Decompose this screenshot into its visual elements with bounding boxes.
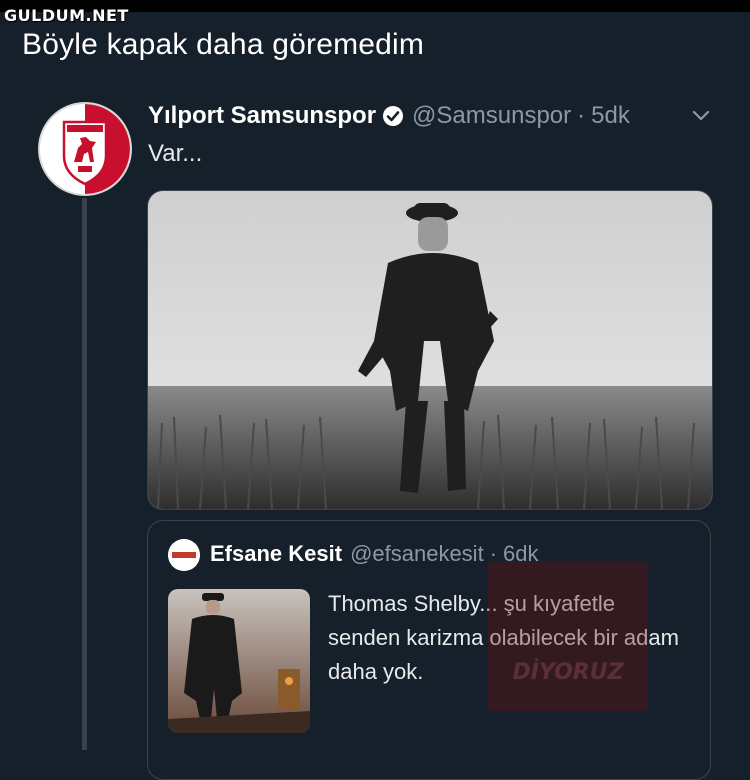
thread-line	[82, 198, 87, 750]
chevron-down-icon[interactable]	[690, 108, 712, 129]
efsane-kesit-logo-icon	[168, 539, 200, 571]
post-caption: Böyle kapak daha göremedim	[22, 28, 425, 61]
efsane-kesit-avatar[interactable]	[168, 539, 200, 571]
samsunspor-logo-icon	[40, 104, 130, 194]
quoted-tweet-header: Efsane Kesit @efsanekesit · 6dk	[210, 541, 539, 567]
tweet-photo[interactable]	[147, 190, 713, 510]
tweet-header: Yılport Samsunspor @Samsunspor · 5dk	[148, 100, 630, 132]
quoted-tweet-thumbnail[interactable]	[168, 589, 310, 733]
quoted-tweet-text: Thomas Shelby... şu kıyafetle senden kar…	[328, 591, 679, 684]
verified-badge-icon	[382, 105, 404, 127]
tweet-time[interactable]: 5dk	[591, 102, 630, 130]
samsunspor-logo-avatar[interactable]	[40, 104, 130, 194]
tweet-text: Var...	[148, 140, 203, 167]
header-separator: ·	[577, 102, 586, 129]
site-watermark: GULDUM.NET	[4, 6, 129, 25]
man-walking-in-field-photo	[148, 191, 712, 509]
quoted-author-handle[interactable]: @efsanekesit	[350, 541, 484, 567]
quoted-tweet-card[interactable]: Efsane Kesit @efsanekesit · 6dk Thomas S…	[147, 520, 711, 780]
quoted-header-separator: ·	[489, 541, 498, 566]
author-handle[interactable]: @Samsunspor	[412, 102, 571, 130]
quoted-author-name[interactable]: Efsane Kesit	[210, 541, 342, 567]
quoted-tweet-time[interactable]: 6dk	[503, 541, 538, 567]
author-name[interactable]: Yılport Samsunspor	[148, 102, 376, 130]
man-in-coat-photo	[168, 589, 310, 733]
